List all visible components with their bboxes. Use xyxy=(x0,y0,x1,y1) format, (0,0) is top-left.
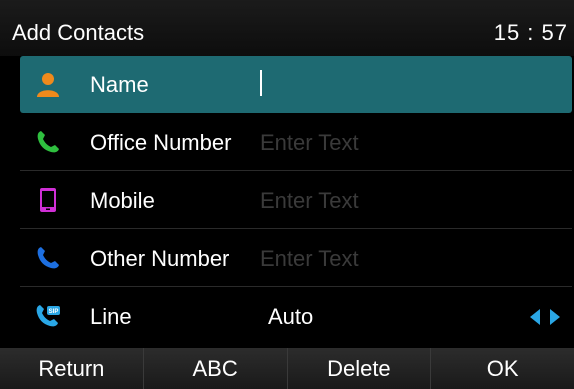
left-right-arrows-icon[interactable] xyxy=(530,308,560,326)
field-name[interactable]: Name xyxy=(20,56,572,113)
text-cursor xyxy=(260,70,262,96)
field-office-number-label: Office Number xyxy=(90,130,232,155)
delete-button[interactable]: Delete xyxy=(288,348,432,389)
softkey-bar: Return ABC Delete OK xyxy=(0,348,574,389)
other-phone-icon xyxy=(37,247,59,269)
field-mobile-label: Mobile xyxy=(90,188,155,213)
field-office-number[interactable]: Office Number Enter Text xyxy=(20,114,572,171)
add-contacts-screen: Add Contacts 15 : 57 Name Office Number … xyxy=(0,0,574,389)
field-line[interactable]: SIP Line Auto xyxy=(20,288,572,345)
field-other-number-label: Other Number xyxy=(90,246,230,271)
ok-button[interactable]: OK xyxy=(431,348,574,389)
mobile-phone-icon xyxy=(40,188,56,212)
line-select-value[interactable]: Auto xyxy=(268,304,313,330)
abc-button[interactable]: ABC xyxy=(144,348,288,389)
clock: 15 : 57 xyxy=(493,20,568,45)
return-button[interactable]: Return xyxy=(0,348,144,389)
field-line-label: Line xyxy=(90,304,132,329)
office-number-input[interactable]: Enter Text xyxy=(260,130,359,156)
person-icon xyxy=(37,73,59,97)
sip-line-icon: SIP xyxy=(36,305,60,327)
svg-text:SIP: SIP xyxy=(49,309,59,315)
office-phone-icon xyxy=(37,131,59,153)
other-number-input[interactable]: Enter Text xyxy=(260,246,359,272)
field-mobile[interactable]: Mobile Enter Text xyxy=(20,172,572,229)
field-name-label: Name xyxy=(90,72,149,97)
field-other-number[interactable]: Other Number Enter Text xyxy=(20,230,572,287)
contact-form: Name Office Number Enter Text Mobile Ent… xyxy=(0,56,574,348)
mobile-input[interactable]: Enter Text xyxy=(260,188,359,214)
page-title: Add Contacts xyxy=(12,20,145,45)
title-bar: Add Contacts 15 : 57 xyxy=(0,0,574,60)
